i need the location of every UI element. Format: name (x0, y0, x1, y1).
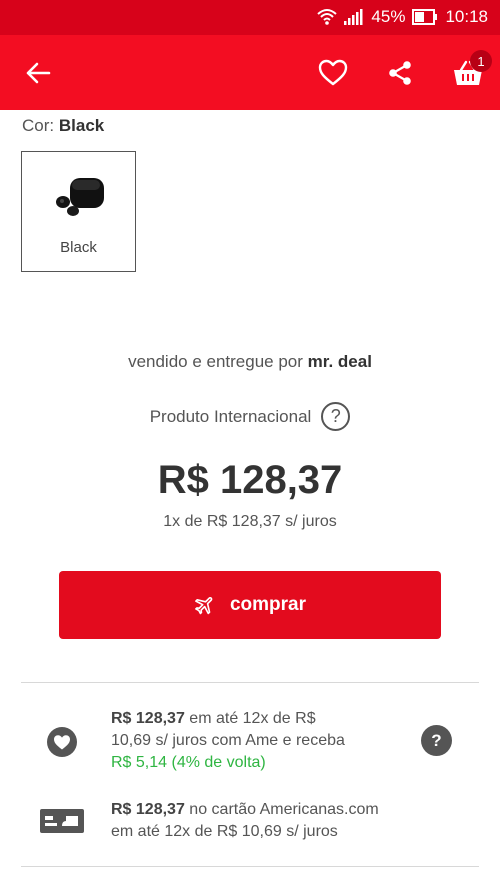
international-label: Produto Internacional (149, 406, 312, 426)
card-offer-line2: em até 12x de R$ 10,69 s/ juros (111, 823, 338, 840)
seller-name: mr. deal (307, 352, 372, 371)
battery-percent: 45% (371, 7, 406, 26)
credit-card-icon (40, 809, 84, 833)
app-bar: 1 (0, 35, 500, 110)
seller-prefix: vendido e entregue por (128, 352, 303, 371)
ame-cashback: R$ 5,14 (4% de volta) (111, 754, 266, 771)
international-product: Produto Internacional ? (0, 402, 500, 431)
ame-offer-line2: 10,69 s/ juros com Ame e receba (111, 732, 345, 749)
ame-offer-line1: em até 12x de R$ (189, 710, 316, 727)
status-bar: 45% 10:18 (0, 0, 500, 35)
card-offer-line1: no cartão Americanas.com (189, 801, 379, 818)
divider (21, 866, 479, 867)
back-button[interactable] (18, 35, 58, 110)
arrow-left-icon (26, 62, 51, 83)
clock: 10:18 (445, 7, 488, 26)
question-icon[interactable]: ? (321, 402, 351, 431)
ame-offer-price: R$ 128,37 (111, 710, 185, 727)
card-offer-text: R$ 128,37 no cartão Americanas.com em at… (111, 799, 379, 843)
wifi-icon (317, 8, 338, 26)
airplane-icon (195, 596, 213, 615)
product-price: R$ 128,37 (157, 458, 343, 502)
buy-button-label: comprar (229, 594, 307, 615)
heart-icon (318, 59, 348, 86)
color-label: Cor: Black (22, 116, 104, 136)
signal-icon (344, 9, 364, 25)
battery-icon (412, 9, 438, 25)
favorite-button[interactable] (313, 35, 353, 110)
divider (21, 682, 479, 683)
color-swatch-black[interactable]: Black (21, 151, 136, 272)
earbuds-image (56, 178, 104, 216)
card-offer-price: R$ 128,37 (111, 801, 185, 818)
seller-info: vendido e entregue por mr. deal (0, 352, 500, 372)
share-button[interactable] (380, 35, 420, 110)
swatch-label: Black (60, 239, 97, 256)
selected-color: Black (58, 116, 105, 135)
cart-count-badge: 1 (470, 50, 492, 72)
share-icon (389, 60, 411, 85)
cart-button[interactable]: 1 (446, 35, 492, 110)
ame-help-icon[interactable]: ? (421, 725, 452, 756)
buy-button[interactable]: comprar (59, 571, 441, 639)
ame-heart-icon (47, 727, 77, 757)
color-label-prefix: Cor: (22, 116, 55, 135)
ame-offer-text: R$ 128,37 em até 12x de R$ 10,69 s/ juro… (111, 708, 345, 774)
installment-info: 1x de R$ 128,37 s/ juros (163, 513, 337, 530)
